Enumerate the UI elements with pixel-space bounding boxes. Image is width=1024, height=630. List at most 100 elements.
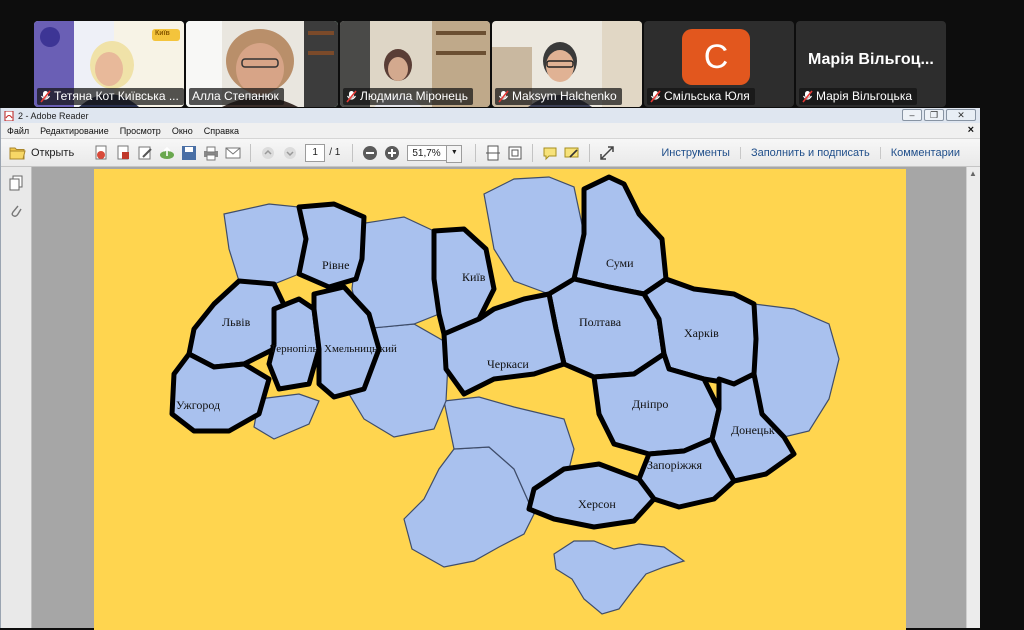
fit-width-icon[interactable] [484, 144, 502, 162]
label-kherson: Херсон [578, 497, 616, 511]
chernihiv-shape [483, 176, 585, 295]
label-kharkiv: Харків [684, 326, 719, 340]
folder-icon [9, 147, 26, 159]
zoom-out-icon[interactable] [361, 144, 379, 162]
participant-name: Maksym Halchenko [495, 88, 622, 105]
participant-tile[interactable]: Maksym Halchenko [492, 21, 642, 107]
close-window-button[interactable]: ✕ [946, 109, 976, 121]
label-rivne: Рівне [322, 258, 349, 272]
scroll-up-icon[interactable]: ▲ [969, 169, 977, 178]
label-cherkasy: Черкаси [487, 357, 529, 371]
menu-window[interactable]: Окно [172, 126, 193, 136]
page-down-icon[interactable] [281, 144, 299, 162]
close-document-icon[interactable]: × [968, 124, 974, 136]
zoom-value: 51,7% [412, 147, 441, 159]
restore-button[interactable]: ❐ [924, 109, 944, 121]
export-pdf-icon[interactable] [114, 144, 132, 162]
crimea-shape [553, 540, 686, 615]
menu-view[interactable]: Просмотр [120, 126, 161, 136]
toolbar-separator [352, 143, 354, 162]
sumy-shape [571, 174, 669, 297]
ukraine-map: Рівне Київ Суми Львів Тернопіль Хмельниц… [169, 174, 840, 615]
fill-sign-link[interactable]: Заполнить и подписать [739, 146, 880, 159]
avatar: C [682, 29, 750, 85]
print-icon[interactable] [202, 144, 220, 162]
participant-label: Алла Степанюк [192, 89, 279, 103]
pdf-page: Рівне Київ Суми Львів Тернопіль Хмельниц… [94, 169, 906, 630]
adobe-pdf-icon [4, 110, 14, 121]
participant-tile[interactable]: Людмила Міронець [340, 21, 490, 107]
toolbar-separator [250, 143, 252, 162]
participant-tile[interactable]: Алла Степанюк [186, 21, 338, 107]
label-ternopil: Тернопіль [270, 343, 318, 355]
label-sumy: Суми [606, 256, 634, 270]
participant-name: Марія Вільгоцька [799, 88, 917, 105]
tools-link[interactable]: Инструменты [651, 147, 740, 159]
pages-icon[interactable] [9, 175, 23, 191]
participant-tile[interactable]: Київ Тетяна Кот Київська ... [34, 21, 184, 107]
fit-page-icon[interactable] [506, 144, 524, 162]
participant-tile[interactable]: Марія Вільгоц... Марія Вільгоцька [796, 21, 946, 107]
pdf-reader-window: 2 - Adobe Reader – ❐ ✕ Файл Редактирован… [0, 108, 980, 630]
edit-icon[interactable] [136, 144, 154, 162]
label-lviv: Львів [222, 315, 251, 329]
create-pdf-icon[interactable] [92, 144, 110, 162]
toolbar-separator [589, 143, 591, 162]
toolbar: Открыть 1 / 1 51,7% ▼ Инструменты Заполн… [1, 138, 980, 167]
mic-muted-icon [650, 90, 661, 103]
participant-strip: Київ Тетяна Кот Київська ... Алла Степан… [34, 21, 946, 107]
open-label: Открыть [31, 146, 75, 159]
attachment-icon[interactable] [9, 203, 23, 219]
fullscreen-icon[interactable] [598, 144, 616, 162]
mic-muted-icon [346, 90, 357, 103]
participant-name: Алла Степанюк [189, 88, 284, 105]
window-titlebar: 2 - Adobe Reader – ❐ ✕ [1, 108, 980, 123]
label-donetsk: Донецьк [731, 423, 775, 437]
uzhhorod-shape [169, 351, 272, 434]
label-kyiv: Київ [462, 270, 486, 284]
participant-display-name: Марія Вільгоц... [808, 51, 934, 68]
vertical-scrollbar[interactable]: ▲ [966, 167, 980, 628]
participant-label: Людмила Міронець [360, 89, 469, 103]
participant-label: Maksym Halchenko [512, 89, 617, 103]
toolbar-separator [532, 143, 534, 162]
minimize-button[interactable]: – [902, 109, 922, 121]
right-panel-links: Инструменты Заполнить и подписать Коммен… [651, 139, 970, 166]
participant-tile[interactable]: C Смільська Юля [644, 21, 794, 107]
cloud-upload-icon[interactable] [158, 144, 176, 162]
page-number-input[interactable]: 1 [305, 143, 326, 162]
page-total: / 1 [329, 147, 341, 158]
label-uzhhorod: Ужгород [176, 398, 220, 412]
banner-text: Київ [155, 30, 170, 37]
window-title: 2 - Adobe Reader [18, 110, 89, 121]
email-icon[interactable] [224, 144, 242, 162]
zoom-in-icon[interactable] [383, 144, 401, 162]
participant-label: Марія Вільгоцька [816, 89, 912, 103]
label-dnipro: Дніпро [632, 397, 668, 411]
highlight-icon[interactable] [563, 144, 581, 162]
toolbar-separator [475, 143, 477, 162]
participant-label: Смільська Юля [664, 89, 750, 103]
save-icon[interactable] [180, 144, 198, 162]
participant-name: Людмила Міронець [343, 88, 474, 105]
chevron-down-icon[interactable]: ▼ [446, 144, 463, 163]
mic-muted-icon [498, 90, 509, 103]
zoom-level-select[interactable]: 51,7% ▼ [407, 144, 463, 163]
window-controls: – ❐ ✕ [902, 109, 976, 121]
document-area: Рівне Київ Суми Львів Тернопіль Хмельниц… [1, 167, 980, 630]
menu-edit[interactable]: Редактирование [40, 126, 109, 136]
open-button[interactable]: Открыть [9, 146, 74, 160]
participant-label: Тетяна Кот Київська ... [54, 89, 179, 103]
menu-bar: Файл Редактирование Просмотр Окно Справк… [1, 123, 980, 138]
label-khmelnytskyi: Хмельниць кий [324, 343, 397, 355]
mic-muted-icon [802, 90, 813, 103]
comment-icon[interactable] [541, 144, 559, 162]
label-zaporizhzhia: Запоріжжя [647, 458, 703, 472]
comments-link[interactable]: Комментарии [879, 146, 970, 159]
menu-file[interactable]: Файл [7, 126, 29, 136]
menu-help[interactable]: Справка [204, 126, 239, 136]
participant-name: Смільська Юля [647, 88, 755, 105]
navigation-panel [1, 167, 32, 628]
rivne-shape [296, 201, 367, 290]
page-up-icon[interactable] [259, 144, 277, 162]
